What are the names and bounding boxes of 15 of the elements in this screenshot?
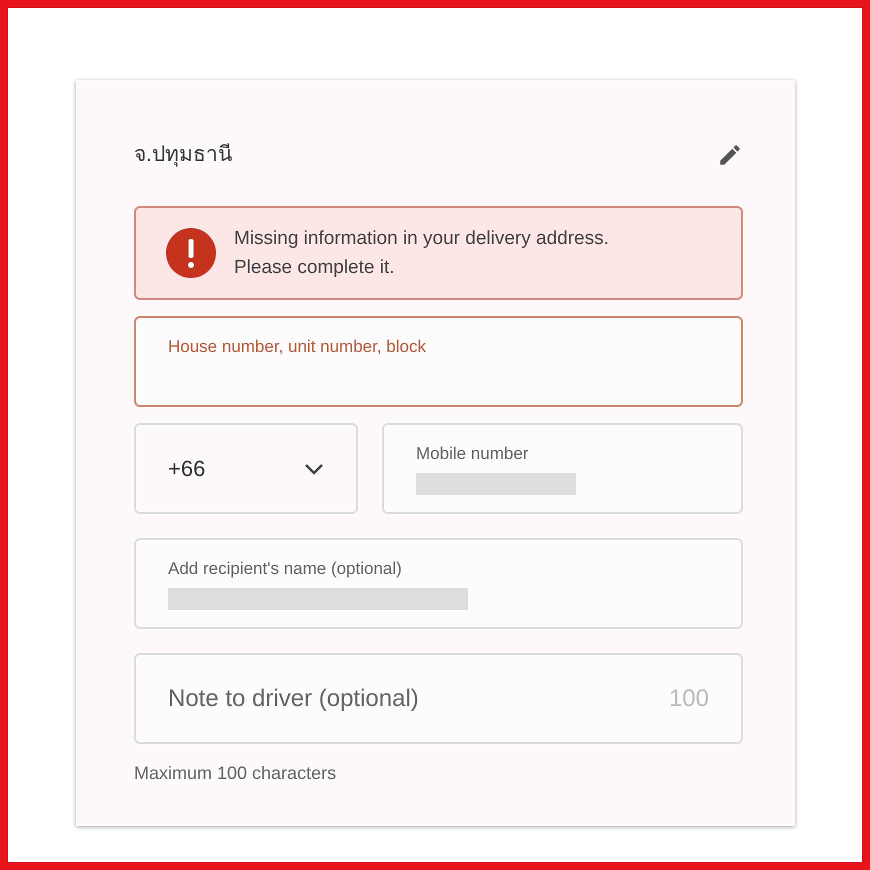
note-field[interactable]: Note to driver (optional) 100	[134, 653, 743, 744]
field-label: House number, unit number, block	[168, 336, 427, 358]
field-label: Mobile number	[416, 443, 530, 465]
country-code-select[interactable]: +66	[134, 423, 358, 514]
input-field[interactable]: Mobile number	[382, 423, 743, 514]
alert-message: Missing information in your delivery address. Please complete it.	[234, 227, 609, 280]
warning-icon	[166, 228, 216, 278]
card-title: จ.ปทุมธานี	[134, 142, 232, 169]
placeholder-text: Note to driver (optional)	[168, 684, 419, 714]
character-counter: 100	[668, 684, 709, 714]
field-label: Add recipient's name (optional)	[168, 558, 403, 580]
input-field[interactable]: Add recipient's name (optional)	[134, 538, 743, 629]
input-field[interactable]: House number, unit number, block	[134, 316, 743, 407]
chevron-icon	[304, 462, 324, 474]
helper-text: Maximum 100 characters	[134, 762, 338, 785]
